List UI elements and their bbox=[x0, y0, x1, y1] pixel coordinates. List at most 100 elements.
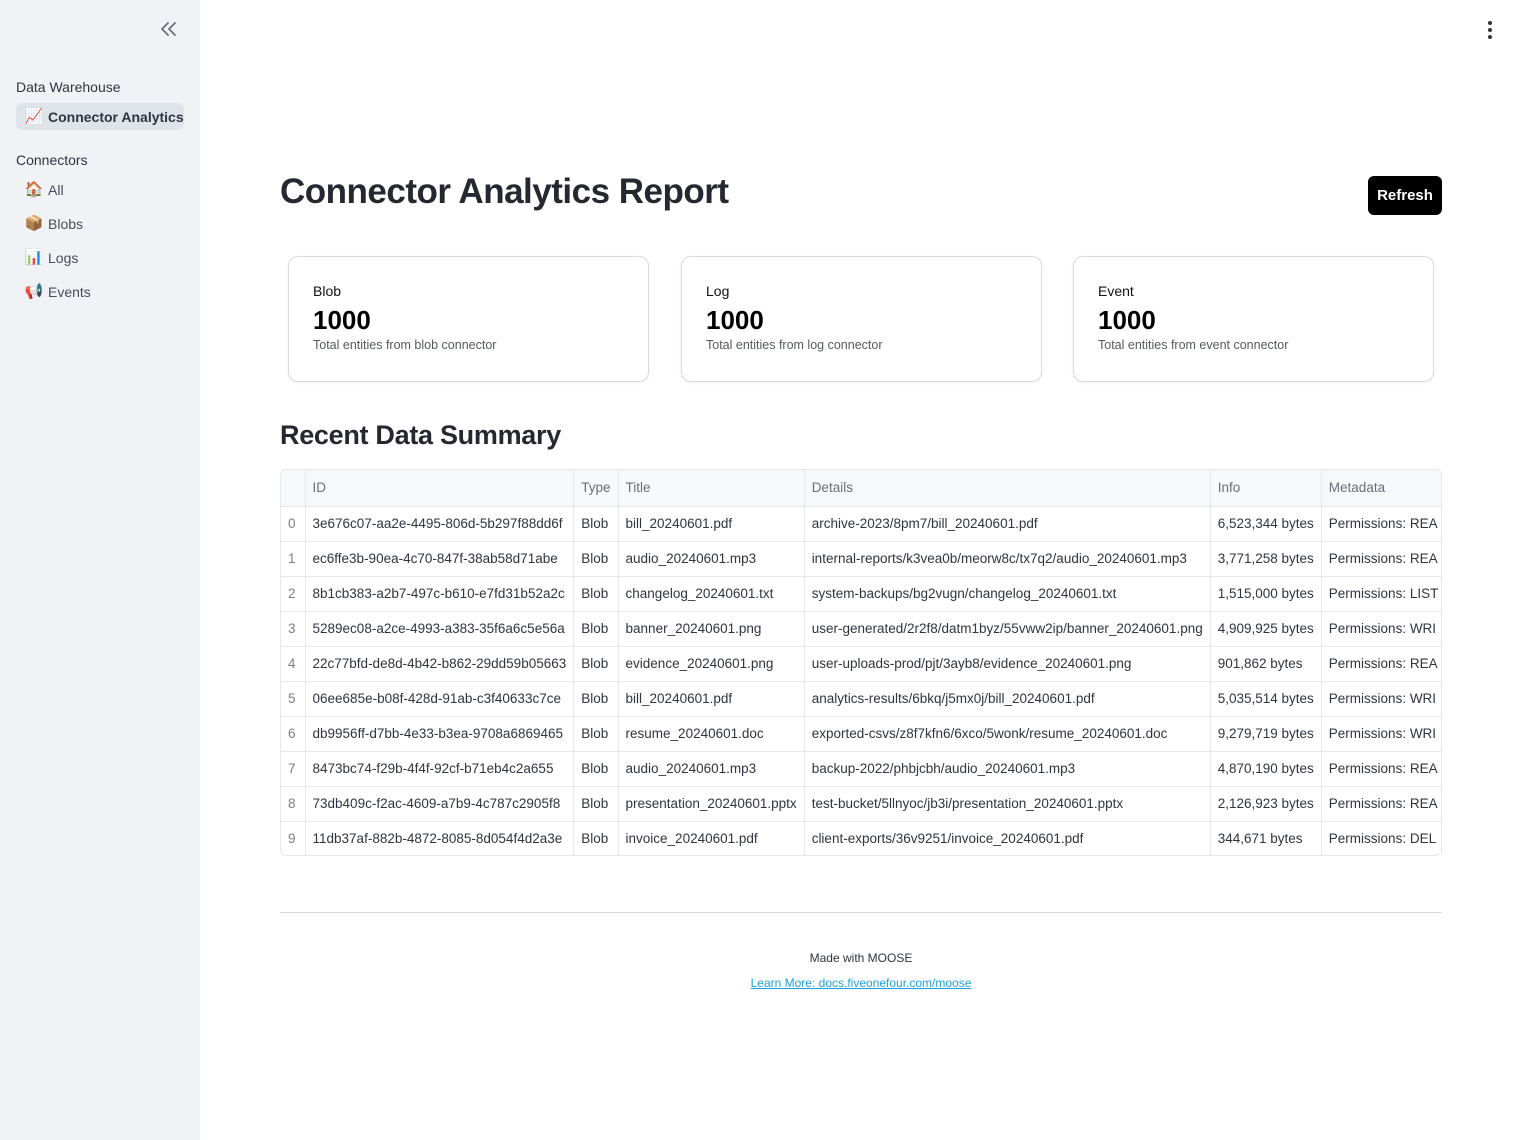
cell-id[interactable]: 8b1cb383-a2b7-497c-b610-e7fd31b52a2c bbox=[305, 576, 575, 612]
cell-title[interactable]: banner_20240601.png bbox=[618, 611, 805, 647]
cell-type[interactable]: Blob bbox=[573, 716, 619, 752]
cell-type[interactable]: Blob bbox=[573, 541, 619, 577]
cell-title[interactable]: changelog_20240601.txt bbox=[618, 576, 805, 612]
column-header-info[interactable]: Info bbox=[1210, 470, 1322, 507]
row-index: 0 bbox=[281, 506, 306, 542]
column-header-id[interactable]: ID bbox=[305, 470, 575, 507]
metric-card-blob: Blob 1000 Total entities from blob conne… bbox=[288, 256, 649, 382]
card-description: Total entities from log connector bbox=[706, 338, 883, 353]
cell-details[interactable]: analytics-results/6bkq/j5mx0j/bill_20240… bbox=[804, 681, 1211, 717]
cell-type[interactable]: Blob bbox=[573, 786, 619, 822]
sidebar-item-blobs[interactable]: 📦 Blobs bbox=[16, 210, 184, 237]
cell-title[interactable]: presentation_20240601.pptx bbox=[618, 786, 805, 822]
cell-metadata[interactable]: Permissions: DEL bbox=[1321, 821, 1441, 855]
cell-id[interactable]: db9956ff-d7bb-4e33-b3ea-9708a6869465 bbox=[305, 716, 575, 752]
column-header-type[interactable]: Type bbox=[573, 470, 619, 507]
cell-title[interactable]: bill_20240601.pdf bbox=[618, 681, 805, 717]
cell-metadata[interactable]: Permissions: REA bbox=[1321, 646, 1441, 682]
sidebar-item-events[interactable]: 📢 Events bbox=[16, 278, 184, 305]
cell-details[interactable]: user-uploads-prod/pjt/3ayb8/evidence_202… bbox=[804, 646, 1211, 682]
sidebar-item-all[interactable]: 🏠 All bbox=[16, 176, 184, 203]
cell-details[interactable]: test-bucket/5llnyoc/jb3i/presentation_20… bbox=[804, 786, 1211, 822]
cell-id[interactable]: 73db409c-f2ac-4609-a7b9-4c787c2905f8 bbox=[305, 786, 575, 822]
column-header-metadata[interactable]: Metadata bbox=[1321, 470, 1441, 507]
cell-title[interactable]: evidence_20240601.png bbox=[618, 646, 805, 682]
cell-metadata[interactable]: Permissions: REA bbox=[1321, 506, 1441, 542]
cell-metadata[interactable]: Permissions: WRI bbox=[1321, 716, 1441, 752]
cell-info[interactable]: 901,862 bytes bbox=[1210, 646, 1322, 682]
double-chevron-left-icon[interactable] bbox=[158, 18, 180, 40]
data-table[interactable]: ID Type Title Details Info Metadata 0 3e… bbox=[280, 469, 1442, 856]
table-row: 7 8473bc74-f29b-4f4f-92cf-b71eb4c2a655 B… bbox=[281, 751, 1441, 787]
table-row: 4 22c77bfd-de8d-4b42-b862-29dd59b05663 B… bbox=[281, 646, 1441, 682]
cell-id[interactable]: 06ee685e-b08f-428d-91ab-c3f40633c7ce bbox=[305, 681, 575, 717]
row-index: 5 bbox=[281, 681, 306, 717]
cell-info[interactable]: 9,279,719 bytes bbox=[1210, 716, 1322, 752]
cell-id[interactable]: 11db37af-882b-4872-8085-8d054f4d2a3e bbox=[305, 821, 575, 855]
cell-title[interactable]: invoice_20240601.pdf bbox=[618, 821, 805, 855]
row-index: 4 bbox=[281, 646, 306, 682]
column-header-details[interactable]: Details bbox=[804, 470, 1211, 507]
cell-metadata[interactable]: Permissions: REA bbox=[1321, 541, 1441, 577]
card-value: 1000 bbox=[313, 305, 371, 335]
cell-title[interactable]: resume_20240601.doc bbox=[618, 716, 805, 752]
cell-info[interactable]: 4,909,925 bytes bbox=[1210, 611, 1322, 647]
table-row: 0 3e676c07-aa2e-4495-806d-5b297f88dd6f B… bbox=[281, 506, 1441, 542]
cell-metadata[interactable]: Permissions: REA bbox=[1321, 786, 1441, 822]
cell-info[interactable]: 4,870,190 bytes bbox=[1210, 751, 1322, 787]
cell-info[interactable]: 3,771,258 bytes bbox=[1210, 541, 1322, 577]
cell-details[interactable]: archive-2023/8pm7/bill_20240601.pdf bbox=[804, 506, 1211, 542]
table-row: 2 8b1cb383-a2b7-497c-b610-e7fd31b52a2c B… bbox=[281, 576, 1441, 612]
metric-card-event: Event 1000 Total entities from event con… bbox=[1073, 256, 1434, 382]
cell-info[interactable]: 2,126,923 bytes bbox=[1210, 786, 1322, 822]
column-header-index[interactable] bbox=[281, 470, 306, 507]
chart-increasing-icon: 📈 bbox=[24, 108, 44, 125]
cell-type[interactable]: Blob bbox=[573, 751, 619, 787]
cell-info[interactable]: 1,515,000 bytes bbox=[1210, 576, 1322, 612]
cell-type[interactable]: Blob bbox=[573, 506, 619, 542]
sidebar: Data Warehouse 📈 Connector Analytics Con… bbox=[0, 0, 200, 1140]
cell-id[interactable]: 5289ec08-a2ce-4993-a383-35f6a6c5e56a bbox=[305, 611, 575, 647]
sidebar-item-label: Blobs bbox=[48, 215, 84, 232]
sidebar-item-label: Connector Analytics bbox=[48, 108, 184, 125]
cell-id[interactable]: 3e676c07-aa2e-4495-806d-5b297f88dd6f bbox=[305, 506, 575, 542]
row-index: 3 bbox=[281, 611, 306, 647]
cell-info[interactable]: 5,035,514 bytes bbox=[1210, 681, 1322, 717]
cell-type[interactable]: Blob bbox=[573, 821, 619, 855]
cell-id[interactable]: 22c77bfd-de8d-4b42-b862-29dd59b05663 bbox=[305, 646, 575, 682]
cell-type[interactable]: Blob bbox=[573, 576, 619, 612]
cell-metadata[interactable]: Permissions: WRI bbox=[1321, 681, 1441, 717]
cell-id[interactable]: ec6ffe3b-90ea-4c70-847f-38ab58d71abe bbox=[305, 541, 575, 577]
table-row: 1 ec6ffe3b-90ea-4c70-847f-38ab58d71abe B… bbox=[281, 541, 1441, 577]
card-value: 1000 bbox=[1098, 305, 1156, 335]
cell-type[interactable]: Blob bbox=[573, 611, 619, 647]
cell-metadata[interactable]: Permissions: WRI bbox=[1321, 611, 1441, 647]
sidebar-item-logs[interactable]: 📊 Logs bbox=[16, 244, 184, 271]
row-index: 1 bbox=[281, 541, 306, 577]
learn-more-link[interactable]: Learn More: docs.fiveonefour.com/moose bbox=[751, 976, 972, 990]
cell-id[interactable]: 8473bc74-f29b-4f4f-92cf-b71eb4c2a655 bbox=[305, 751, 575, 787]
cell-title[interactable]: audio_20240601.mp3 bbox=[618, 541, 805, 577]
row-index: 6 bbox=[281, 716, 306, 752]
row-index: 2 bbox=[281, 576, 306, 612]
cell-details[interactable]: system-backups/bg2vugn/changelog_2024060… bbox=[804, 576, 1211, 612]
cell-metadata[interactable]: Permissions: REA bbox=[1321, 751, 1441, 787]
cell-details[interactable]: backup-2022/phbjcbh/audio_20240601.mp3 bbox=[804, 751, 1211, 787]
cell-type[interactable]: Blob bbox=[573, 646, 619, 682]
cell-details[interactable]: client-exports/36v9251/invoice_20240601.… bbox=[804, 821, 1211, 855]
column-header-title[interactable]: Title bbox=[618, 470, 805, 507]
sidebar-item-connector-analytics[interactable]: 📈 Connector Analytics bbox=[16, 103, 184, 130]
cell-details[interactable]: user-generated/2r2f8/datm1byz/55vww2ip/b… bbox=[804, 611, 1211, 647]
cell-info[interactable]: 6,523,344 bytes bbox=[1210, 506, 1322, 542]
cell-title[interactable]: bill_20240601.pdf bbox=[618, 506, 805, 542]
kebab-menu-icon[interactable] bbox=[1480, 20, 1500, 40]
cell-type[interactable]: Blob bbox=[573, 681, 619, 717]
row-index: 8 bbox=[281, 786, 306, 822]
card-title: Log bbox=[706, 283, 730, 299]
cell-details[interactable]: exported-csvs/z8f7kfn6/6xco/5wonk/resume… bbox=[804, 716, 1211, 752]
cell-details[interactable]: internal-reports/k3vea0b/meorw8c/tx7q2/a… bbox=[804, 541, 1211, 577]
cell-info[interactable]: 344,671 bytes bbox=[1210, 821, 1322, 855]
cell-metadata[interactable]: Permissions: LIST bbox=[1321, 576, 1441, 612]
cell-title[interactable]: audio_20240601.mp3 bbox=[618, 751, 805, 787]
refresh-button[interactable]: Refresh bbox=[1368, 176, 1442, 215]
